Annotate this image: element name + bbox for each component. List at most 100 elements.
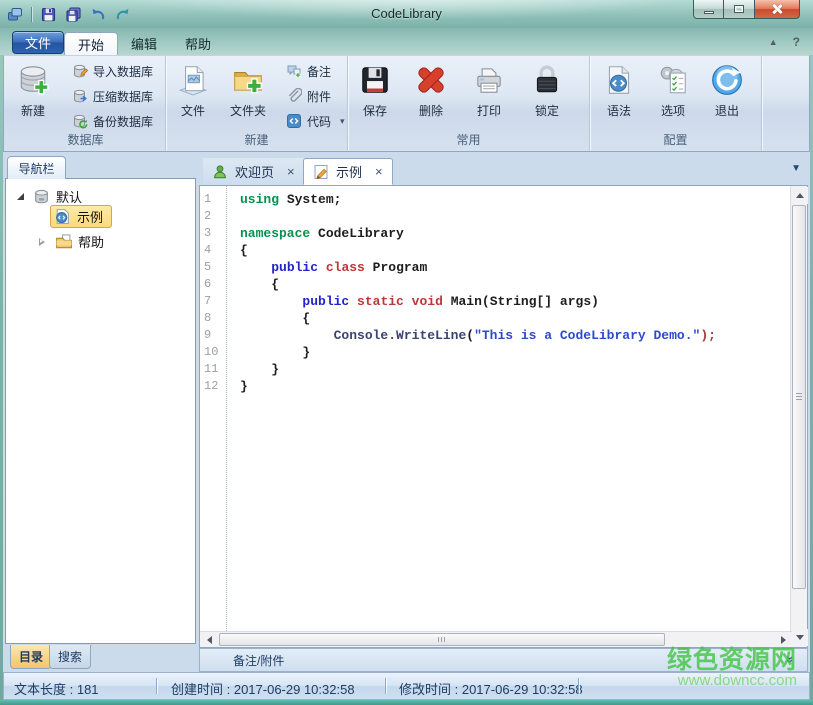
bottom-tab-search[interactable]: 搜索 (49, 645, 91, 669)
arrow-left-icon (207, 636, 212, 644)
code-line[interactable]: } (240, 361, 790, 378)
line-number: 1 (200, 191, 226, 208)
bottom-tab-directory[interactable]: 目录 (10, 645, 52, 669)
tree-item-example[interactable]: 示例 (50, 206, 112, 227)
button-label: 保存 (363, 102, 387, 119)
minimize-icon (704, 11, 714, 14)
collapse-ribbon-icon[interactable]: ▲ (769, 37, 778, 47)
edit-pencil-icon (313, 164, 329, 180)
tab-home[interactable]: 开始 (64, 32, 118, 55)
attachment-button[interactable]: 附件 (286, 87, 331, 105)
lock-button[interactable]: 锁定 (528, 61, 566, 121)
exit-button[interactable]: 退出 (708, 61, 746, 121)
code-line[interactable]: { (240, 242, 790, 259)
close-tab-icon[interactable]: × (375, 164, 383, 179)
close-icon (771, 3, 783, 15)
status-text-length: 文本长度 : 181 (14, 679, 99, 698)
minimize-button[interactable] (693, 0, 724, 19)
tree-item-help[interactable]: 帮助 (39, 231, 104, 252)
code-editor[interactable]: 123456789101112 using System; namespace C… (199, 185, 808, 648)
group-label-common: 常用 (348, 131, 589, 148)
code-dropdown-icon[interactable]: ▾ (340, 116, 345, 127)
expand-arrow-icon[interactable] (17, 193, 24, 200)
window-title: CodeLibrary (0, 6, 813, 21)
note-add-icon (286, 63, 302, 79)
code-line[interactable]: namespace CodeLibrary (240, 225, 790, 242)
code-line[interactable]: public static void Main(String[] args) (240, 293, 790, 310)
scroll-right-button[interactable] (775, 632, 791, 647)
code-line[interactable]: { (240, 276, 790, 293)
options-button[interactable]: 选项 (654, 61, 692, 121)
code-line[interactable]: { (240, 310, 790, 327)
tree-item-default[interactable]: 默认 (17, 186, 82, 207)
scroll-down-button[interactable] (791, 629, 808, 646)
button-label: 压缩数据库 (93, 88, 153, 105)
delete-button[interactable]: 删除 (412, 61, 450, 121)
tab-label: 欢迎页 (235, 162, 274, 181)
tab-overflow-icon[interactable]: ▼ (791, 163, 801, 174)
new-folder-button[interactable]: 文件夹 (228, 61, 268, 121)
import-database-button[interactable]: 导入数据库 (72, 62, 153, 80)
print-button[interactable]: 打印 (470, 61, 508, 121)
button-label: 备份数据库 (93, 113, 153, 130)
printer-icon (472, 63, 506, 97)
floppy-save-icon (358, 63, 392, 97)
collapse-arrow-icon[interactable] (39, 238, 45, 246)
button-label: 附件 (307, 88, 331, 105)
tree-item-label: 帮助 (78, 232, 104, 251)
tab-edit[interactable]: 编辑 (118, 32, 170, 55)
close-button[interactable] (755, 0, 800, 19)
scroll-left-button[interactable] (201, 632, 217, 647)
button-label: 锁定 (535, 102, 559, 119)
compress-database-button[interactable]: 压缩数据库 (72, 87, 153, 105)
new-code-button[interactable]: 代码 ▾ (286, 112, 345, 130)
code-line[interactable]: public class Program (240, 259, 790, 276)
paperclip-icon (286, 88, 302, 104)
code-lines[interactable]: using System;namespace CodeLibrary{ publ… (228, 186, 790, 631)
horizontal-scrollbar[interactable] (200, 631, 792, 647)
notes-attachments-bar[interactable]: 备注/附件 » (199, 648, 808, 672)
close-tab-icon[interactable]: × (287, 164, 295, 179)
ribbon-group-database: 新建 导入数据库 压缩数据库 备份数据库 数据库 (6, 56, 166, 151)
new-file-button[interactable]: 文件 (174, 61, 212, 121)
code-line[interactable]: } (240, 378, 790, 395)
ribbon-right-controls: ▲ ? (769, 35, 800, 49)
code-file-icon (54, 208, 71, 225)
line-numbers: 123456789101112 (200, 186, 227, 631)
file-icon (176, 63, 210, 97)
database-import-icon (72, 63, 88, 79)
code-line[interactable]: } (240, 344, 790, 361)
syntax-icon (602, 63, 636, 97)
code-line[interactable]: Console.WriteLine("This is a CodeLibrary… (240, 327, 790, 344)
status-separator (385, 678, 386, 694)
new-note-button[interactable]: 备注 (286, 62, 331, 80)
line-number: 3 (200, 225, 226, 242)
help-icon[interactable]: ? (793, 35, 800, 49)
tab-welcome[interactable]: 欢迎页 × (203, 158, 304, 185)
vertical-scroll-thumb[interactable] (792, 205, 806, 589)
tab-example[interactable]: 示例 × (303, 158, 393, 185)
options-gear-icon (656, 63, 690, 97)
horizontal-scroll-thumb[interactable] (219, 633, 665, 646)
vertical-scrollbar[interactable] (790, 186, 807, 647)
navigator-header-tab[interactable]: 导航栏 (7, 156, 66, 179)
ribbon-group-new: 文件 文件夹 备注 附件 代码 ▾ (166, 56, 348, 151)
expand-panel-chevron-icon[interactable]: » (783, 656, 798, 663)
save-button[interactable]: 保存 (356, 61, 394, 121)
tab-help[interactable]: 帮助 (172, 32, 224, 55)
line-number: 8 (200, 310, 226, 327)
tab-file[interactable]: 文件 (12, 31, 64, 54)
backup-database-button[interactable]: 备份数据库 (72, 112, 153, 130)
tab-label: 示例 (336, 162, 362, 181)
maximize-button[interactable] (724, 0, 755, 19)
code-line[interactable] (240, 208, 790, 225)
arrow-down-icon (796, 635, 804, 640)
button-label: 代码 (307, 113, 331, 130)
scroll-up-button[interactable] (791, 187, 808, 204)
new-database-button[interactable]: 新建 (14, 61, 52, 121)
code-line[interactable]: using System; (240, 191, 790, 208)
tree-item-label: 默认 (56, 187, 82, 206)
syntax-button[interactable]: 语法 (600, 61, 638, 121)
arrow-up-icon (796, 193, 804, 198)
window-bottom-frame (0, 700, 813, 705)
